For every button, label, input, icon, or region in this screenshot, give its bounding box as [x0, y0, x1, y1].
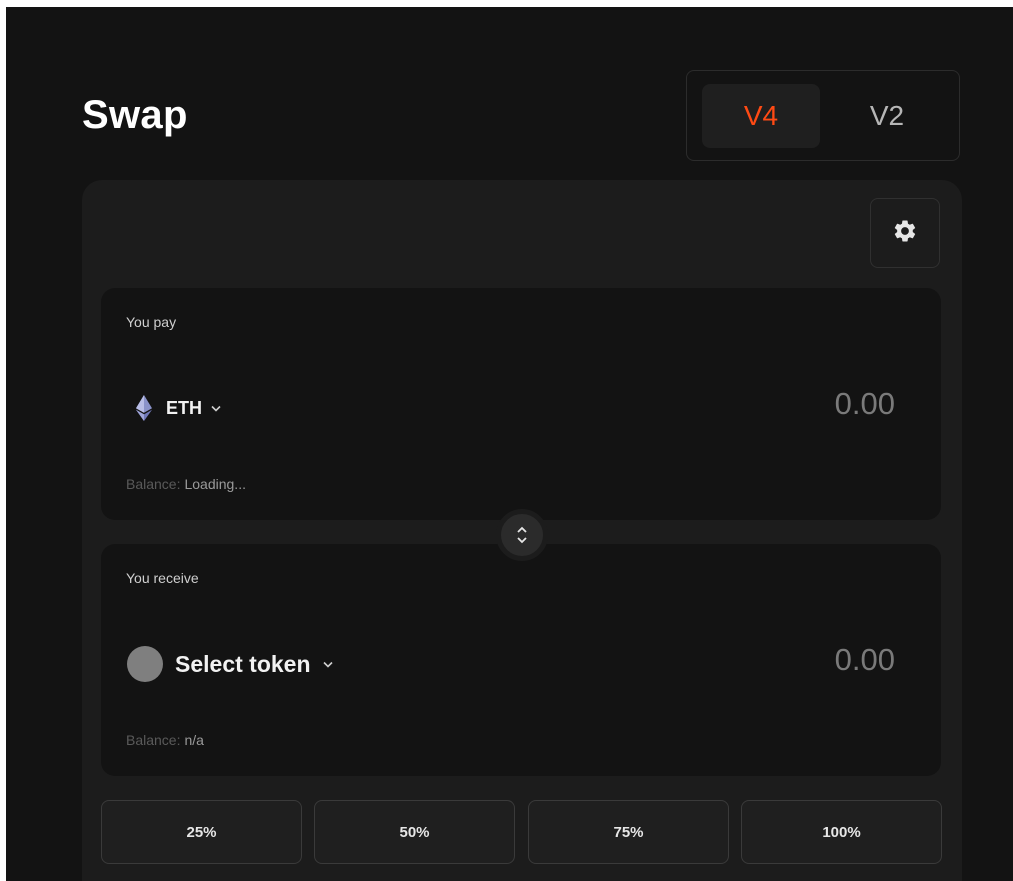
- receive-balance-value: n/a: [184, 732, 204, 748]
- page-title: Swap: [82, 93, 188, 137]
- percentage-buttons: 25% 50% 75% 100%: [101, 800, 943, 864]
- settings-button[interactable]: [870, 198, 940, 268]
- chevron-down-icon: [211, 405, 221, 412]
- token-placeholder-icon: [127, 646, 163, 682]
- version-toggle: V4 V2: [686, 70, 960, 161]
- swap-card: You pay ETH 0.00 Balance: Loading... You…: [82, 180, 962, 881]
- receive-token-name: Select token: [175, 650, 311, 677]
- pay-panel: You pay ETH 0.00 Balance: Loading...: [101, 288, 941, 520]
- percent-75-button[interactable]: 75%: [528, 800, 729, 864]
- receive-amount-input[interactable]: 0.00: [695, 642, 895, 678]
- pay-token-selector[interactable]: ETH: [126, 388, 221, 428]
- percent-100-button[interactable]: 100%: [741, 800, 942, 864]
- gear-icon: [892, 218, 918, 249]
- pay-balance-value: Loading...: [184, 476, 246, 492]
- chevron-down-icon: [322, 661, 333, 668]
- receive-balance: Balance: n/a: [126, 732, 204, 748]
- app-frame: Swap V4 V2 You pay ETH 0.00 Balance: Loa…: [6, 7, 1013, 881]
- pay-balance-label: Balance:: [126, 476, 181, 492]
- pay-amount-input[interactable]: 0.00: [695, 386, 895, 422]
- receive-label: You receive: [126, 570, 199, 586]
- ethereum-icon: [136, 395, 152, 421]
- pay-label: You pay: [126, 314, 177, 330]
- receive-token-selector[interactable]: Select token: [126, 644, 333, 684]
- percent-50-button[interactable]: 50%: [314, 800, 515, 864]
- receive-balance-label: Balance:: [126, 732, 181, 748]
- version-v2-button[interactable]: V2: [828, 84, 946, 148]
- percent-25-button[interactable]: 25%: [101, 800, 302, 864]
- receive-panel: You receive Select token 0.00 Balance: n/…: [101, 544, 941, 776]
- pay-token-name: ETH: [166, 397, 202, 418]
- version-v4-button[interactable]: V4: [702, 84, 820, 148]
- flip-tokens-button[interactable]: [496, 509, 548, 561]
- pay-balance: Balance: Loading...: [126, 476, 246, 492]
- swap-arrows-icon: [515, 525, 529, 545]
